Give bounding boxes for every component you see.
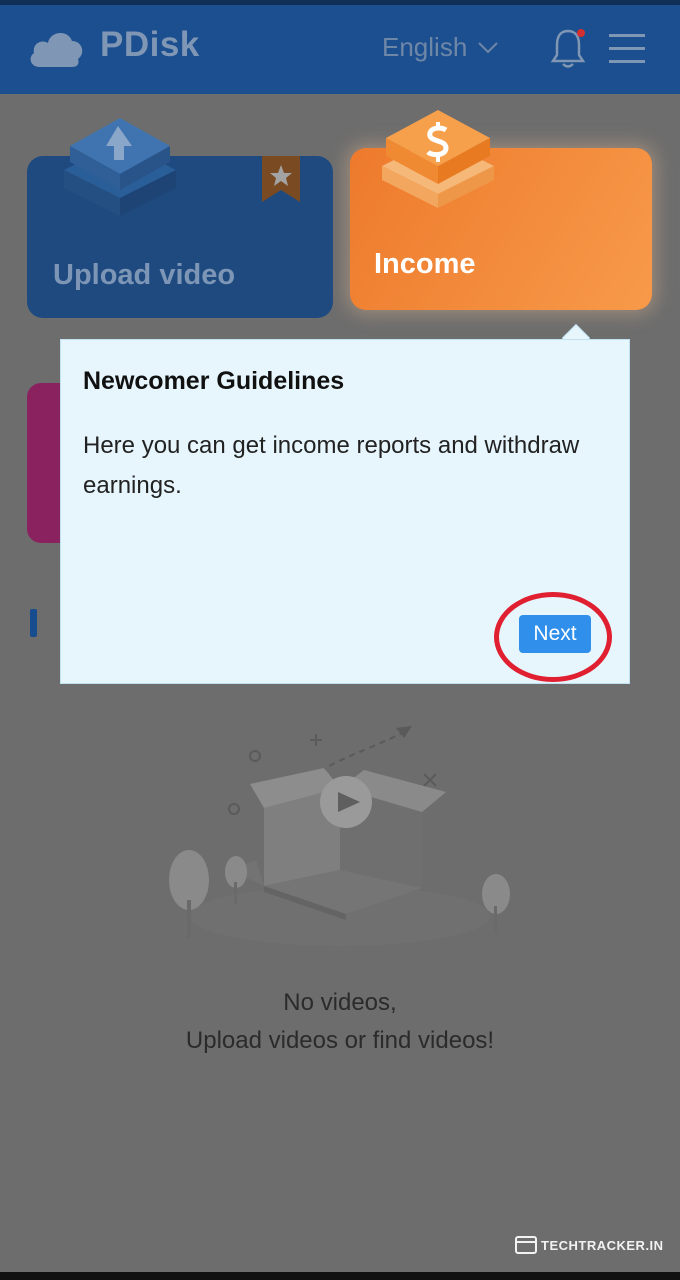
notification-dot bbox=[577, 29, 585, 37]
language-selector[interactable]: English bbox=[382, 32, 499, 63]
empty-state-hint: Upload videos or find videos! bbox=[185, 1027, 495, 1054]
chevron-down-icon bbox=[478, 41, 498, 53]
empty-state-title: No videos, bbox=[283, 989, 397, 1016]
app-brand: PDisk bbox=[100, 25, 200, 64]
popup-title: Newcomer Guidelines bbox=[83, 367, 345, 395]
menu-icon[interactable] bbox=[608, 31, 646, 67]
app-header: PDisk English bbox=[0, 5, 680, 94]
income-label: Income bbox=[374, 248, 476, 280]
browser-window-icon bbox=[515, 1236, 537, 1254]
bottom-edge bbox=[0, 1272, 680, 1280]
empty-box-illustration bbox=[169, 726, 510, 946]
language-label: English bbox=[382, 32, 468, 62]
watermark-text: TECHTRACKER.IN bbox=[541, 1237, 664, 1253]
upload-video-label: Upload video bbox=[53, 259, 236, 291]
star-ribbon-icon bbox=[262, 156, 300, 202]
section-marker bbox=[30, 609, 37, 637]
currency-icon bbox=[382, 110, 494, 208]
watermark: TECHTRACKER.IN bbox=[515, 1236, 664, 1254]
highlight-ring bbox=[494, 592, 612, 682]
popup-message: Here you can get income reports and with… bbox=[83, 432, 580, 499]
cloud-icon bbox=[30, 32, 83, 67]
upload-arrow-icon bbox=[64, 118, 176, 216]
